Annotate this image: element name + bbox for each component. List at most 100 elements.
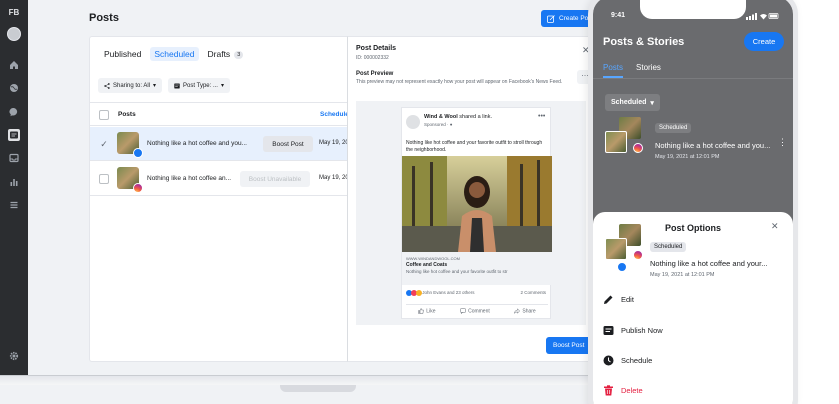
post-type-icon — [174, 83, 180, 88]
edit-option[interactable]: Edit — [603, 292, 634, 306]
comment-label: Comment — [468, 308, 490, 315]
laptop-screen: FB Posts Create Post Published Scheduled… — [0, 0, 640, 375]
delete-option[interactable]: Delete — [603, 383, 643, 397]
post-text: Nothing like a hot coffee an... — [147, 175, 232, 182]
more-vertical-icon[interactable]: ⋮ — [778, 137, 787, 148]
phone-notch — [640, 0, 746, 19]
like-label: Like — [426, 308, 436, 315]
tab-posts[interactable]: Posts — [603, 63, 624, 78]
sharing-filter-label: Sharing to: All — [113, 82, 151, 89]
phone-status-dropdown[interactable]: Scheduled ▾ — [605, 94, 660, 111]
card-actions: Like Comment Share — [406, 304, 548, 314]
post-type-filter[interactable]: Post Type: ... ▾ — [168, 78, 230, 93]
laptop-notch — [280, 385, 356, 392]
scheduled-badge: Scheduled — [655, 123, 692, 133]
sharing-filter[interactable]: Sharing to: All ▾ — [98, 78, 163, 93]
clock-icon — [603, 355, 614, 365]
post-id: ID: 000002332 — [356, 55, 389, 61]
phone-post-text: Nothing like a hot coffee and you... — [655, 141, 771, 150]
table-row[interactable]: ✓ Nothing like a hot coffee and you... B… — [90, 127, 349, 161]
settings-icon[interactable] — [9, 351, 19, 361]
comment-action: Comment — [460, 308, 490, 314]
facebook-badge-icon — [133, 148, 143, 158]
comment-count: 2 Comments — [520, 290, 546, 295]
row-checkbox[interactable]: ✓ — [99, 139, 109, 149]
card-shared-text: shared a link. — [459, 114, 493, 120]
left-nav-rail: FB — [0, 0, 28, 375]
publish-now-option[interactable]: Publish Now — [603, 323, 663, 337]
compose-icon — [547, 14, 555, 23]
phone-post-date: May 19, 2021 at 12:01 PM — [655, 154, 720, 160]
post-type-filter-label: Post Type: ... — [183, 82, 218, 89]
preview-area: Wind & Wool shared a link. Sponsored · ●… — [356, 101, 586, 325]
table-row[interactable]: Nothing like a hot coffee an... Boost Un… — [90, 162, 349, 196]
close-icon[interactable]: ✕ — [771, 221, 779, 232]
schedule-option-label: Schedule — [621, 355, 653, 365]
tab-scheduled[interactable]: Scheduled — [150, 47, 199, 61]
card-page-name: Wind & Wool — [424, 114, 458, 120]
phone-tabs: Posts Stories — [603, 63, 661, 78]
boost-unavailable-button: Boost Unavailable — [240, 171, 310, 187]
publish-now-label: Publish Now — [621, 325, 663, 335]
post-details-panel: Post Details ID: 000002332 ✕ Post Previe… — [347, 36, 596, 362]
row-checkbox[interactable] — [99, 174, 109, 184]
post-options-sheet: Post Options ✕ Scheduled Nothing like a … — [593, 212, 793, 404]
insights-icon[interactable] — [9, 177, 19, 187]
tab-published[interactable]: Published — [104, 47, 141, 61]
page-avatar — [406, 115, 420, 129]
drafts-count-badge: 3 — [234, 50, 244, 59]
inbox-icon[interactable] — [9, 153, 19, 163]
post-thumbnail — [605, 117, 643, 153]
pencil-icon — [604, 295, 613, 304]
post-text: Nothing like a hot coffee and you... — [147, 140, 247, 147]
menu-icon[interactable] — [9, 200, 19, 210]
post-thumbnail — [117, 132, 143, 158]
avatar[interactable] — [7, 27, 21, 41]
globe-icon[interactable] — [9, 83, 19, 93]
tab-stories[interactable]: Stories — [636, 63, 661, 78]
phone-frame: 9:41 Posts & Stories Create Posts Storie… — [588, 0, 798, 404]
comment-icon — [460, 308, 466, 315]
status-icons — [746, 12, 780, 20]
link-attachment[interactable]: WWW.WINDANDWOOL.COM Coffee and Coats Not… — [402, 252, 552, 285]
phone-divider — [593, 78, 793, 79]
instagram-badge-icon — [633, 143, 643, 153]
scheduled-date: May 19, 20 — [319, 175, 349, 181]
phone-page-title: Posts & Stories — [603, 36, 685, 48]
messenger-icon[interactable] — [9, 107, 19, 117]
card-sponsored: Sponsored · ● — [424, 122, 453, 127]
posts-icon[interactable] — [8, 129, 20, 141]
card-page-line: Wind & Wool shared a link. — [424, 114, 492, 120]
select-all-checkbox[interactable] — [99, 110, 109, 120]
column-posts[interactable]: Posts — [118, 111, 136, 118]
stage: FB Posts Create Post Published Scheduled… — [0, 0, 839, 404]
trash-icon — [604, 384, 613, 395]
table-header: Posts Scheduled — [90, 102, 353, 126]
share-arrow-icon — [514, 308, 521, 314]
card-more-icon: ••• — [538, 113, 546, 120]
boost-post-button[interactable]: Boost Post — [263, 136, 313, 152]
share-label: Share — [522, 308, 536, 315]
schedule-option[interactable]: Schedule — [603, 353, 652, 367]
status-time: 9:41 — [611, 12, 626, 19]
share-action: Share — [514, 308, 536, 315]
post-tabs: Published Scheduled Drafts 3 — [104, 47, 244, 61]
instagram-badge-icon — [133, 183, 143, 193]
laptop-hinge — [0, 376, 596, 385]
home-icon[interactable] — [9, 60, 19, 70]
scheduled-date: May 19, 20 — [319, 140, 349, 146]
post-photo — [402, 156, 552, 252]
laptop-base — [0, 375, 596, 404]
sheet-post-text: Nothing like a hot coffee and your... — [650, 259, 768, 268]
facebook-badge-icon — [617, 262, 627, 272]
page-title: Posts — [89, 12, 119, 24]
sheet-post-date: May 19, 2021 at 12:01 PM — [650, 272, 715, 278]
phone-create-button[interactable]: Create — [744, 32, 784, 51]
link-title: Coffee and Coats — [406, 262, 448, 268]
phone-dropdown-label: Scheduled — [611, 99, 647, 106]
link-domain: WWW.WINDANDWOOL.COM — [406, 256, 460, 261]
like-action: Like — [418, 308, 435, 314]
post-thumbnail — [117, 167, 143, 193]
tab-drafts[interactable]: Drafts 3 — [208, 47, 244, 61]
feed-post-preview: Wind & Wool shared a link. Sponsored · ●… — [401, 107, 552, 319]
